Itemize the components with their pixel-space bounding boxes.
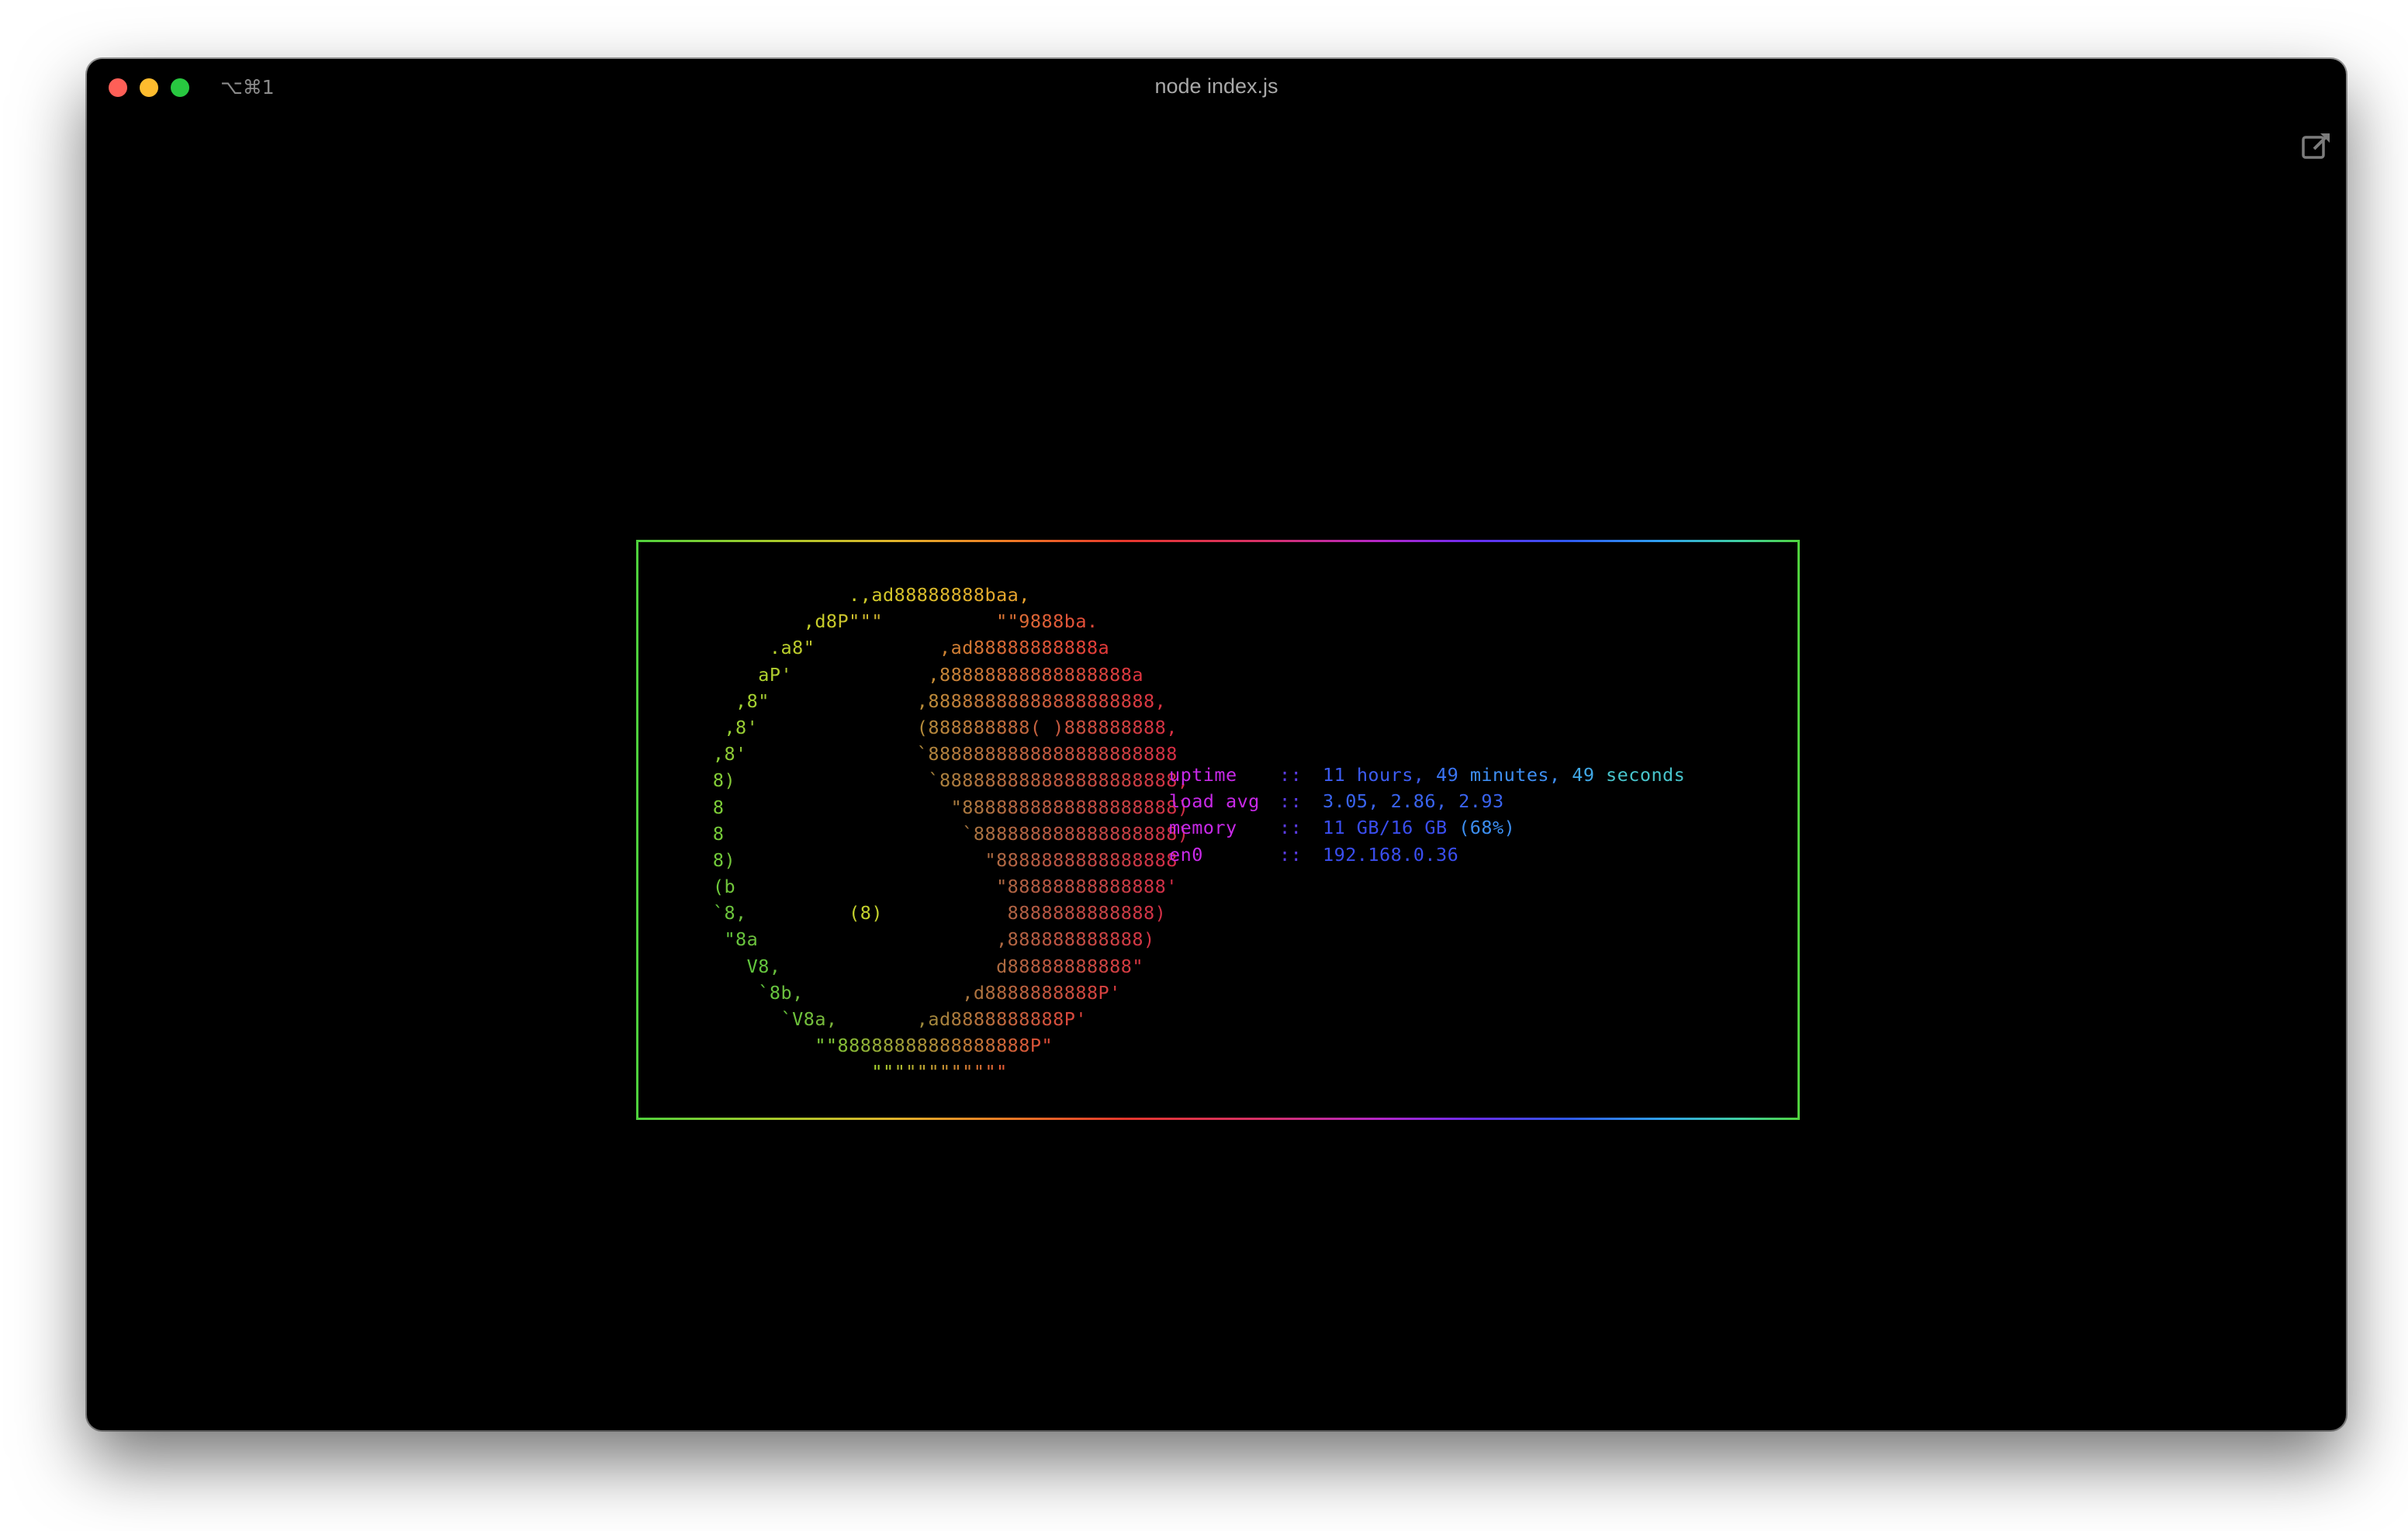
load-avg-separator: :: [1279,790,1303,813]
load-avg-label: load avg [1169,790,1260,813]
load-avg-row: load avg :: 3.05, 2.86, 2.93 [1169,788,1503,814]
uptime-hours: 11 [1323,764,1346,786]
title-bar[interactable]: ⌥⌘1 node index.js [87,59,2346,118]
terminal-window: ⌥⌘1 node index.js .,ad88888888baa, ,d8P"… [87,59,2346,1430]
ascii-logo-line: .a8" ,ad88888888888a [769,637,1110,659]
ascii-logo-line: ""88888888888888888P" [815,1035,1054,1057]
memory-percent: (68%) [1458,817,1516,839]
ascii-logo-line: 8) `888888888888888888888, [712,769,1189,792]
ascii-logo-line: ,8' `8888888888888888888888 [712,743,1178,766]
ascii-logo-line: (b "88888888888888' [712,876,1178,898]
ascii-logo-line: `V8a, ,ad8888888888P' [780,1008,1087,1030]
memory-value: 11 GB/16 GB (68%) [1323,814,1515,841]
ascii-logo-line: ,d8P""" ""9888ba. [803,610,1098,633]
uptime-minutes: 49 [1436,764,1459,786]
en0-label: en0 [1169,843,1203,866]
ascii-logo-line: ,8" ,88888888888888888888, [735,689,1167,712]
memory-row: memory :: 11 GB/16 GB (68%) [1169,814,1515,841]
ascii-logo-line: aP' ,88888888888888888a [758,663,1143,686]
uptime-value: 11 hours, 49 minutes, 49 seconds [1323,762,1685,788]
ascii-logo-line: `8, (8) 8888888888888) [712,902,1167,924]
memory-used: 11 GB/16 GB [1323,817,1448,839]
ascii-logo-line: .,ad88888888baa, [849,584,1030,606]
uptime-hours-word: hours, [1356,764,1425,786]
load-avg-value: 3.05, 2.86, 2.93 [1323,790,1504,813]
neofetch-box: .,ad88888888baa, ,d8P""" ""9888ba. .a8" … [636,540,1800,1120]
box-top-border [636,540,1800,542]
en0-separator: :: [1279,843,1303,866]
uptime-minutes-word: minutes, [1469,764,1561,786]
ascii-logo-line: 8) "8888888888888888 [712,848,1178,871]
ascii-logo-line: """""""""""" [871,1061,1008,1083]
memory-separator: :: [1279,817,1303,839]
uptime-label: uptime [1169,764,1237,786]
memory-label: memory [1169,817,1237,839]
ascii-logo: .,ad88888888baa, ,d8P""" ""9888ba. .a8" … [679,582,1188,1086]
uptime-seconds: 49 [1572,764,1595,786]
ascii-logo-line: V8, d88888888888" [746,955,1143,977]
ascii-logo-line: 8 "8888888888888888888) [712,796,1189,818]
system-info: uptime :: 11 hours, 49 minutes, 49 secon… [1169,762,1685,868]
ascii-logo-line: `8b, ,d8888888888P' [758,981,1121,1004]
uptime-seconds-word: seconds [1606,764,1686,786]
uptime-row: uptime :: 11 hours, 49 minutes, 49 secon… [1169,762,1685,788]
terminal-content[interactable]: .,ad88888888baa, ,d8P""" ""9888ba. .a8" … [87,118,2346,1430]
en0-row: en0 :: 192.168.0.36 [1169,842,1458,868]
ascii-logo-line: ,8' (888888888( )888888888, [724,716,1178,738]
en0-value: 192.168.0.36 [1323,843,1459,866]
box-bottom-border [636,1118,1800,1120]
ascii-logo-line: 8 `888888888888888888) [712,822,1189,845]
window-title: node index.js [1154,74,1278,98]
uptime-separator: :: [1279,764,1303,786]
ascii-logo-line: "8a ,888888888888) [724,928,1155,951]
